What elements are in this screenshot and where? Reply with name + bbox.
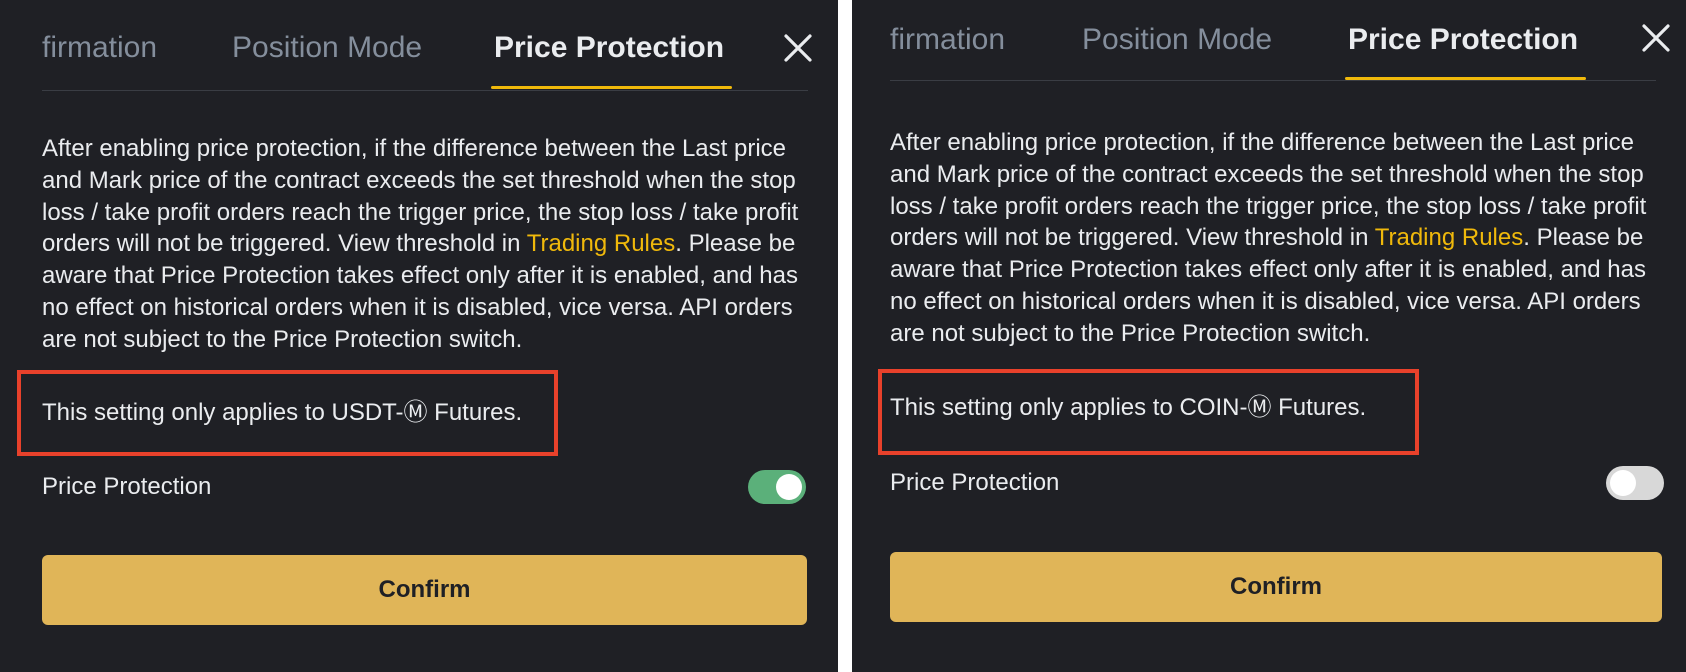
price-protection-toggle[interactable] bbox=[1606, 466, 1664, 500]
toggle-knob bbox=[776, 474, 802, 500]
trading-rules-link[interactable]: Trading Rules bbox=[527, 230, 676, 257]
confirm-button[interactable]: Confirm bbox=[42, 555, 807, 625]
futures-scope-note: This setting only applies to USDT-Ⓜ Futu… bbox=[42, 399, 523, 426]
trading-rules-link[interactable]: Trading Rules bbox=[1375, 224, 1524, 251]
tab-price-protection[interactable]: Price Protection bbox=[1348, 20, 1578, 60]
tab-divider bbox=[890, 80, 1656, 81]
price-protection-label: Price Protection bbox=[42, 473, 212, 500]
close-icon bbox=[1642, 24, 1670, 52]
active-tab-indicator bbox=[491, 86, 732, 89]
price-protection-description: After enabling price protection, if the … bbox=[890, 127, 1658, 350]
price-protection-description: After enabling price protection, if the … bbox=[42, 133, 810, 356]
futures-scope-note: This setting only applies to COIN-Ⓜ Futu… bbox=[890, 394, 1367, 421]
close-button[interactable] bbox=[1636, 18, 1676, 58]
price-protection-dialog-usdt: firmation Position Mode Price Protection… bbox=[0, 0, 838, 672]
tab-position-mode[interactable]: Position Mode bbox=[1082, 20, 1272, 60]
tab-bar: firmation Position Mode Price Protection bbox=[0, 0, 838, 92]
price-protection-dialog-coin: firmation Position Mode Price Protection… bbox=[852, 0, 1686, 672]
tab-divider bbox=[42, 90, 808, 91]
confirm-button[interactable]: Confirm bbox=[890, 552, 1662, 622]
tab-price-protection[interactable]: Price Protection bbox=[494, 28, 724, 68]
tab-bar: firmation Position Mode Price Protection bbox=[852, 0, 1686, 92]
tab-confirmation[interactable]: firmation bbox=[890, 20, 1005, 60]
toggle-knob bbox=[1610, 470, 1636, 496]
tab-position-mode[interactable]: Position Mode bbox=[232, 28, 422, 68]
close-icon bbox=[784, 34, 812, 62]
tab-confirmation[interactable]: firmation bbox=[42, 28, 157, 68]
close-button[interactable] bbox=[778, 28, 818, 68]
price-protection-label: Price Protection bbox=[890, 469, 1060, 496]
price-protection-toggle[interactable] bbox=[748, 470, 806, 504]
